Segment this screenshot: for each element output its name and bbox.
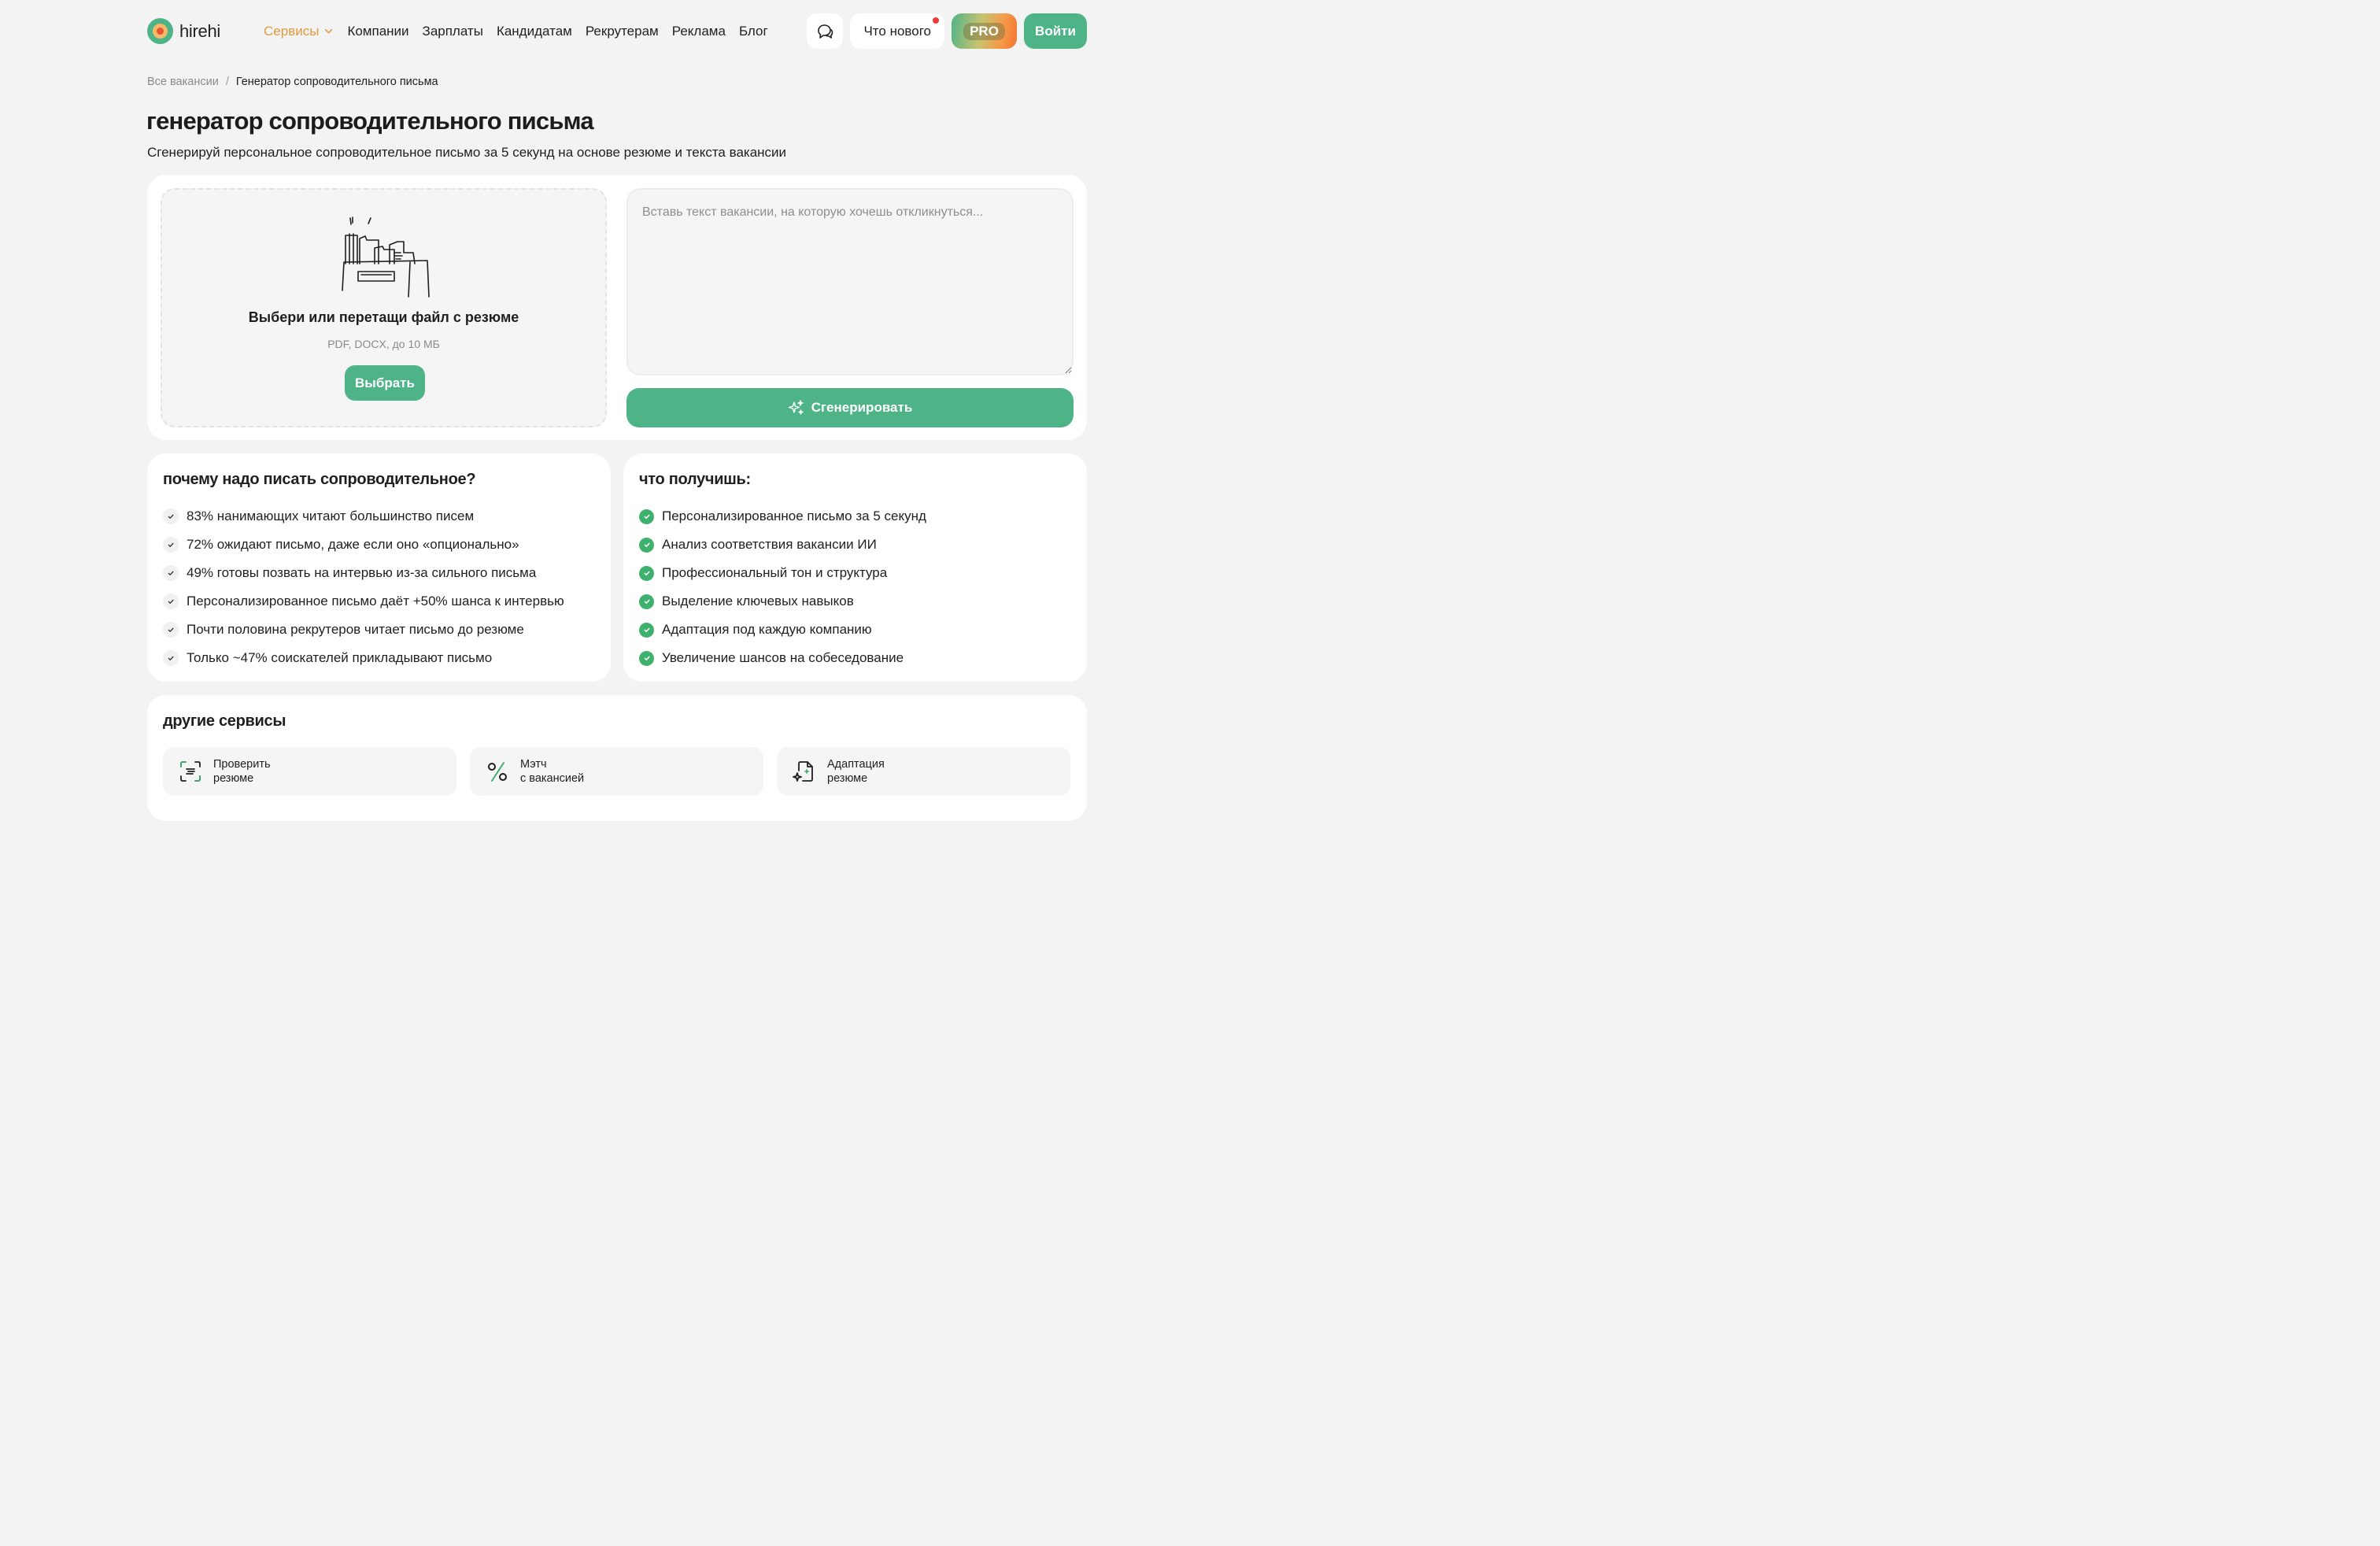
services-title: другие сервисы bbox=[163, 712, 286, 730]
nav-item-recruiters[interactable]: Рекрутерам bbox=[586, 24, 659, 39]
chevron-down-icon bbox=[325, 28, 333, 34]
vacancy-text-input[interactable] bbox=[626, 188, 1074, 375]
benefits-card: что получишь: Персонализированное письмо… bbox=[623, 453, 1087, 682]
sparkles-icon bbox=[788, 400, 804, 415]
nav-item-services[interactable]: Сервисы bbox=[264, 24, 334, 39]
main-nav: Сервисы Компании Зарплаты Кандидатам Рек… bbox=[264, 24, 768, 39]
login-button[interactable]: Войти bbox=[1024, 13, 1087, 49]
generator-card: Выбери или перетащи файл с резюме PDF, D… bbox=[147, 175, 1087, 440]
list-item: Выделение ключевых навыков bbox=[639, 587, 1071, 616]
notification-dot bbox=[933, 17, 939, 24]
service-label-line2: резюме bbox=[827, 772, 868, 785]
benefit-item-text: Анализ соответствия вакансии ИИ bbox=[662, 537, 877, 552]
site-header: hirehi Сервисы Компании Зарплаты Кандида… bbox=[147, 13, 1087, 49]
breadcrumb: Все вакансии / Генератор сопроводительно… bbox=[147, 76, 438, 88]
header-actions: Что нового PRO Войти bbox=[807, 13, 1087, 49]
pro-button[interactable]: PRO bbox=[952, 13, 1017, 49]
nav-item-label: Сервисы bbox=[264, 23, 320, 39]
check-icon bbox=[163, 537, 179, 553]
why-title: почему надо писать сопроводительное? bbox=[163, 471, 476, 488]
choose-file-button[interactable]: Выбрать bbox=[345, 365, 425, 401]
document-scan-icon bbox=[180, 761, 201, 782]
check-circle-icon bbox=[639, 650, 654, 666]
other-services-card: другие сервисы Проверить резюме Мэтч с в… bbox=[147, 695, 1087, 821]
benefit-item-text: Адаптация под каждую компанию bbox=[662, 622, 872, 637]
check-icon bbox=[163, 622, 179, 638]
chat-icon bbox=[818, 24, 833, 39]
dropzone-hint: PDF, DOCX, до 10 МБ bbox=[327, 338, 440, 350]
service-label-line1: Проверить bbox=[213, 758, 271, 771]
why-card: почему надо писать сопроводительное? 83%… bbox=[147, 453, 611, 682]
check-icon bbox=[163, 565, 179, 581]
benefits-title: что получишь: bbox=[639, 471, 751, 488]
list-item: 49% готовы позвать на интервью из-за сил… bbox=[163, 559, 595, 587]
list-item: 72% ожидают письмо, даже если оно «опцио… bbox=[163, 531, 595, 559]
breadcrumb-all-vacancies[interactable]: Все вакансии bbox=[147, 76, 219, 88]
why-item-text: Почти половина рекрутеров читает письмо … bbox=[187, 622, 524, 637]
service-label-line2: резюме bbox=[213, 772, 254, 785]
nav-item-salaries[interactable]: Зарплаты bbox=[423, 24, 483, 39]
dropzone-title: Выбери или перетащи файл с резюме bbox=[248, 309, 519, 325]
why-item-text: 49% готовы позвать на интервью из-за сил… bbox=[187, 565, 537, 580]
logo-text: hirehi bbox=[179, 20, 221, 41]
check-circle-icon bbox=[639, 594, 654, 609]
list-item: Только ~47% соискателей прикладывают пис… bbox=[163, 644, 595, 672]
benefit-item-text: Персонализированное письмо за 5 секунд bbox=[662, 509, 926, 523]
chat-button[interactable] bbox=[807, 13, 844, 49]
resume-dropzone[interactable]: Выбери или перетащи файл с резюме PDF, D… bbox=[161, 188, 607, 427]
breadcrumb-separator: / bbox=[225, 76, 229, 88]
check-circle-icon bbox=[639, 565, 654, 581]
benefit-item-text: Выделение ключевых навыков bbox=[662, 594, 854, 608]
nav-item-blog[interactable]: Блог bbox=[739, 24, 768, 39]
why-item-text: Персонализированное письмо даёт +50% шан… bbox=[187, 594, 564, 608]
percent-icon bbox=[488, 762, 507, 782]
service-label: Мэтч с вакансией bbox=[520, 757, 584, 786]
benefits-list: Персонализированное письмо за 5 секунд А… bbox=[639, 502, 1071, 672]
generate-label: Сгенерировать bbox=[811, 400, 913, 415]
desk-folders-illustration-icon bbox=[342, 216, 430, 298]
service-label: Проверить резюме bbox=[213, 757, 271, 786]
page-subtitle: Сгенерируй персональное сопроводительное… bbox=[147, 145, 787, 160]
service-label-line2: с вакансией bbox=[520, 772, 585, 785]
pro-label: PRO bbox=[963, 22, 1005, 40]
service-label: Адаптация резюме bbox=[827, 757, 885, 786]
why-item-text: Только ~47% соискателей прикладывают пис… bbox=[187, 650, 493, 665]
whats-new-label: Что нового bbox=[863, 23, 931, 39]
document-sparkle-icon bbox=[793, 761, 813, 782]
nav-item-ads[interactable]: Реклама bbox=[672, 24, 726, 39]
why-list: 83% нанимающих читают большинство писем … bbox=[163, 502, 595, 672]
check-circle-icon bbox=[639, 622, 654, 638]
generate-button[interactable]: Сгенерировать bbox=[626, 388, 1074, 427]
list-item: Увеличение шансов на собеседование bbox=[639, 644, 1071, 672]
nav-item-companies[interactable]: Компании bbox=[347, 24, 408, 39]
benefit-item-text: Увеличение шансов на собеседование bbox=[662, 650, 904, 665]
service-label-line1: Адаптация bbox=[827, 758, 885, 771]
service-resume-adaptation[interactable]: Адаптация резюме bbox=[777, 747, 1070, 796]
logo[interactable]: hirehi bbox=[147, 18, 220, 44]
service-label-line1: Мэтч bbox=[520, 758, 547, 771]
list-item: Персонализированное письмо даёт +50% шан… bbox=[163, 587, 595, 616]
list-item: Почти половина рекрутеров читает письмо … bbox=[163, 616, 595, 644]
check-icon bbox=[163, 594, 179, 609]
page-title: генератор сопроводительного письма bbox=[146, 107, 594, 135]
list-item: Анализ соответствия вакансии ИИ bbox=[639, 531, 1071, 559]
check-circle-icon bbox=[639, 509, 654, 524]
check-icon bbox=[163, 650, 179, 666]
check-circle-icon bbox=[639, 537, 654, 553]
why-item-text: 72% ожидают письмо, даже если оно «опцио… bbox=[187, 537, 519, 552]
list-item: 83% нанимающих читают большинство писем bbox=[163, 502, 595, 531]
benefit-item-text: Профессиональный тон и структура bbox=[662, 565, 888, 580]
list-item: Профессиональный тон и структура bbox=[639, 559, 1071, 587]
nav-item-candidates[interactable]: Кандидатам bbox=[497, 24, 572, 39]
list-item: Адаптация под каждую компанию bbox=[639, 616, 1071, 644]
service-check-resume[interactable]: Проверить резюме bbox=[163, 747, 456, 796]
breadcrumb-current: Генератор сопроводительного письма bbox=[235, 76, 438, 88]
why-item-text: 83% нанимающих читают большинство писем bbox=[187, 509, 475, 523]
check-icon bbox=[163, 509, 179, 524]
service-vacancy-match[interactable]: Мэтч с вакансией bbox=[470, 747, 763, 796]
list-item: Персонализированное письмо за 5 секунд bbox=[639, 502, 1071, 531]
whats-new-button[interactable]: Что нового bbox=[850, 13, 944, 49]
logo-mark-icon bbox=[147, 18, 173, 44]
